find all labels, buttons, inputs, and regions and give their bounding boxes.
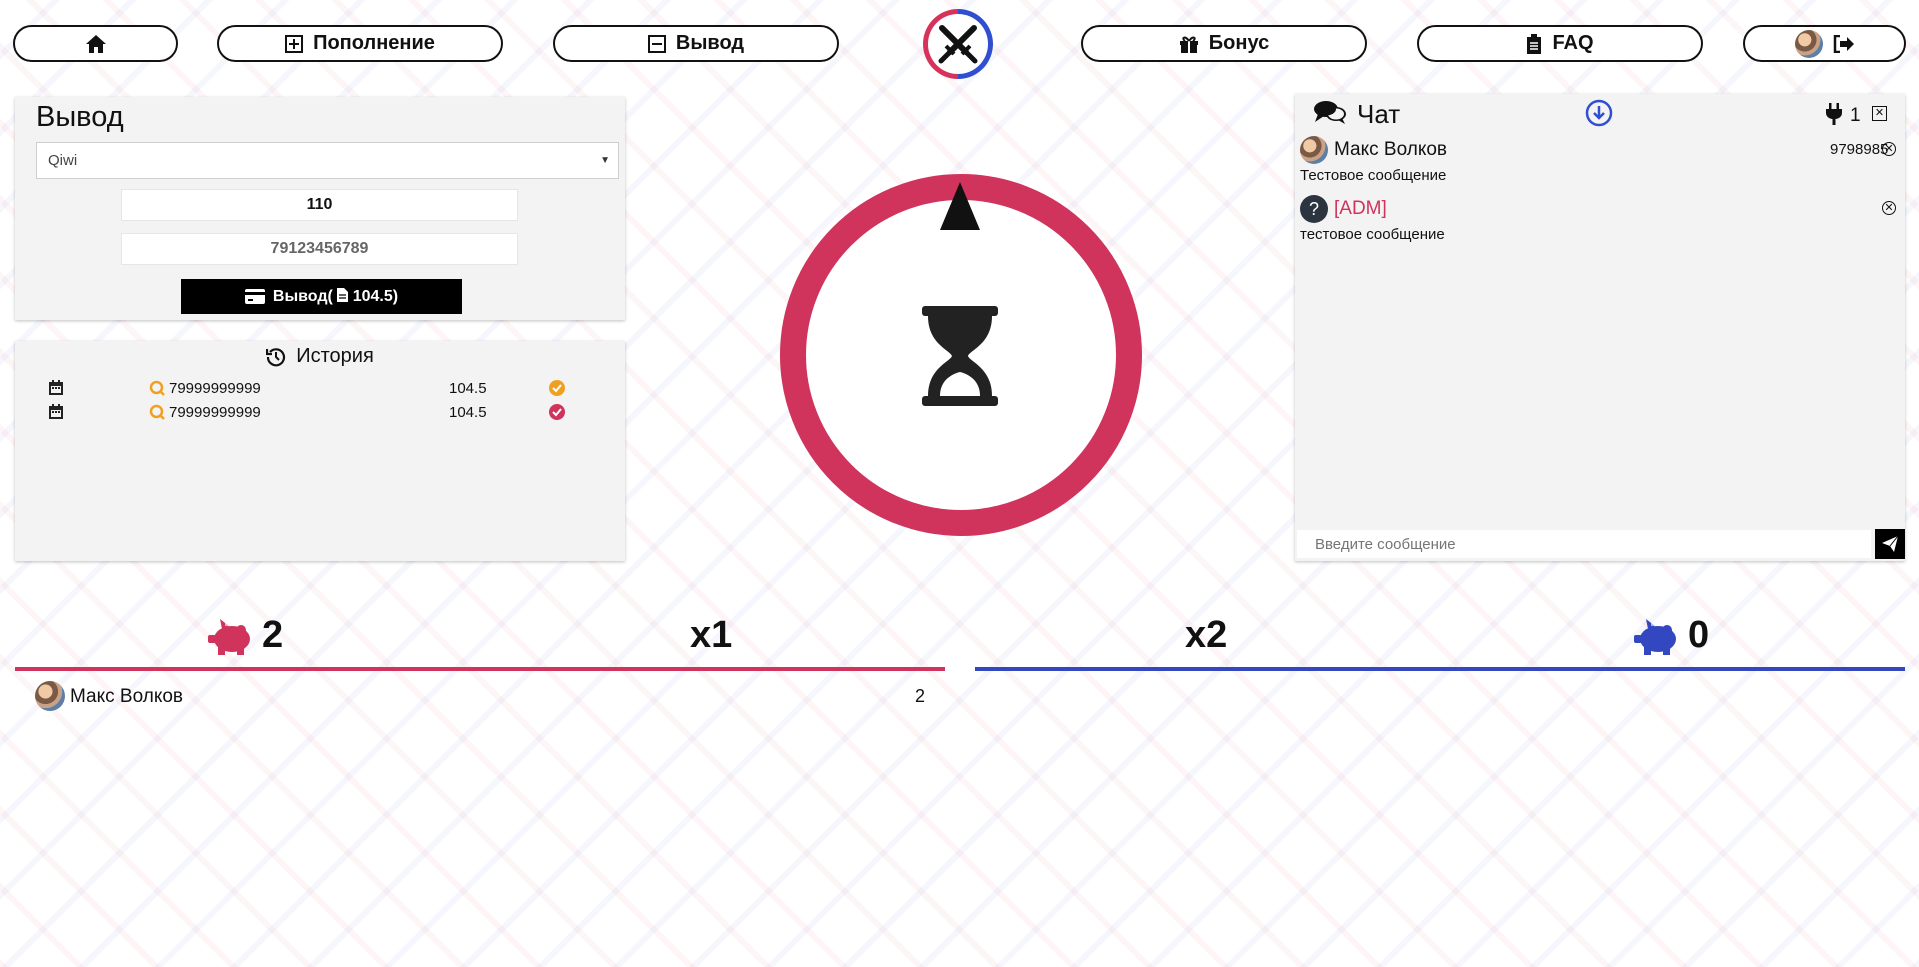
- withdraw-panel: Вывод Qiwi ▼ 110 79123456789 Вывод( 104.…: [15, 97, 625, 320]
- player-name: Макс Волков: [70, 686, 184, 707]
- user-avatar: [1794, 29, 1823, 58]
- chat-title: Чат: [1357, 99, 1401, 129]
- qiwi-icon: [149, 380, 165, 396]
- home-button[interactable]: [13, 25, 178, 62]
- chat-message-input[interactable]: [1297, 530, 1871, 558]
- withdraw-title: Вывод: [36, 101, 124, 133]
- payment-method-select[interactable]: Qiwi ▼: [36, 142, 619, 179]
- paper-plane-icon: [1882, 536, 1898, 552]
- message-text: тестовое сообщение: [1300, 226, 1445, 243]
- bonus-label: Бонус: [1208, 32, 1270, 54]
- send-message-button[interactable]: [1875, 529, 1905, 559]
- message-text: Тестовое сообщение: [1300, 167, 1447, 184]
- history-icon: [266, 347, 286, 366]
- wallet-value: 79123456789: [270, 240, 369, 257]
- deposit-label: Пополнение: [313, 32, 435, 54]
- blue-piggy-bank-icon: [1634, 619, 1676, 655]
- red-team-count: 2: [262, 614, 284, 656]
- calendar-icon: [49, 404, 63, 419]
- document-icon: [337, 287, 349, 302]
- crossed-swords-icon: [938, 25, 978, 64]
- history-phone: 79999999999: [169, 404, 261, 421]
- profile-logout-button[interactable]: [1743, 25, 1906, 62]
- logout-icon: [1833, 34, 1854, 53]
- minus-square-icon: [647, 34, 666, 53]
- clipboard-icon: [1527, 33, 1542, 54]
- history-amount: 104.5: [449, 380, 487, 397]
- check-circle-icon: [549, 404, 565, 420]
- blue-multiplier[interactable]: x2: [1185, 614, 1227, 657]
- message-user-id: 9798985: [1830, 141, 1889, 158]
- qiwi-icon: [149, 404, 165, 420]
- player-bet: 2: [915, 686, 926, 706]
- pointer-arrow-icon: [940, 182, 980, 230]
- credit-card-icon: [244, 289, 265, 304]
- faq-label: FAQ: [1552, 32, 1594, 54]
- history-amount: 104.5: [449, 404, 487, 421]
- payment-method-value: Qiwi: [48, 152, 78, 169]
- site-logo[interactable]: [923, 9, 993, 79]
- chat-message: ? [ADM] ✕ тестовое сообщение: [1300, 195, 1900, 245]
- question-avatar-icon[interactable]: ?: [1300, 195, 1328, 223]
- home-icon: [85, 34, 106, 53]
- withdraw-submit-text: Вывод(: [272, 287, 333, 305]
- chat-message: Макс Волков 9798985 ✕ Тестовое сообщение: [1300, 136, 1900, 186]
- delete-message-icon[interactable]: ✕: [1882, 201, 1896, 215]
- history-phone: 79999999999: [169, 380, 261, 397]
- plug-icon: [1826, 103, 1842, 125]
- withdraw-submit-amount: 104.5): [352, 287, 399, 305]
- history-row: 79999999999 104.5: [35, 378, 595, 400]
- message-author[interactable]: Макс Волков: [1334, 139, 1447, 161]
- withdraw-submit-label: Вывод( 104.5): [272, 287, 399, 306]
- online-count: 1: [1850, 105, 1861, 126]
- history-title: История: [296, 345, 374, 367]
- amount-input[interactable]: 110: [121, 189, 518, 221]
- gift-icon: [1179, 36, 1198, 53]
- chevron-down-icon: ▼: [600, 155, 610, 166]
- plus-square-icon: [285, 34, 304, 53]
- delete-message-icon[interactable]: ✕: [1882, 142, 1896, 156]
- wallet-input[interactable]: 79123456789: [121, 233, 518, 265]
- history-header: История: [15, 345, 625, 368]
- message-author[interactable]: [ADM]: [1334, 198, 1387, 220]
- withdraw-nav-label: Вывод: [675, 32, 745, 54]
- chat-panel: Чат 1 ✕ Макс Волков 9798985 ✕ Тестовое с…: [1295, 94, 1905, 561]
- blue-team-bar: [975, 667, 1905, 671]
- blue-team-count: 0: [1688, 614, 1710, 656]
- red-player-row: Макс Волков 2: [35, 681, 925, 713]
- red-multiplier[interactable]: x1: [690, 614, 732, 657]
- withdraw-submit-button[interactable]: Вывод( 104.5): [181, 279, 462, 314]
- deposit-button[interactable]: Пополнение: [217, 25, 503, 62]
- red-team-bar: [15, 667, 945, 671]
- bonus-button[interactable]: Бонус: [1081, 25, 1367, 62]
- chat-close-icon[interactable]: ✕: [1872, 106, 1887, 121]
- user-avatar[interactable]: [1300, 136, 1328, 164]
- check-circle-icon: [549, 380, 565, 396]
- withdraw-nav-button[interactable]: Вывод: [553, 25, 839, 62]
- history-row: 79999999999 104.5: [35, 402, 595, 424]
- history-panel: История 79999999999 104.5 79999999999 10…: [15, 341, 625, 561]
- calendar-icon: [49, 380, 63, 395]
- amount-value: 110: [306, 196, 333, 213]
- faq-button[interactable]: FAQ: [1417, 25, 1703, 62]
- hourglass-icon: [922, 306, 998, 406]
- scroll-down-icon[interactable]: [1585, 99, 1613, 127]
- player-avatar: [35, 681, 65, 711]
- comments-icon: [1314, 101, 1346, 124]
- red-piggy-bank-icon: [208, 619, 250, 655]
